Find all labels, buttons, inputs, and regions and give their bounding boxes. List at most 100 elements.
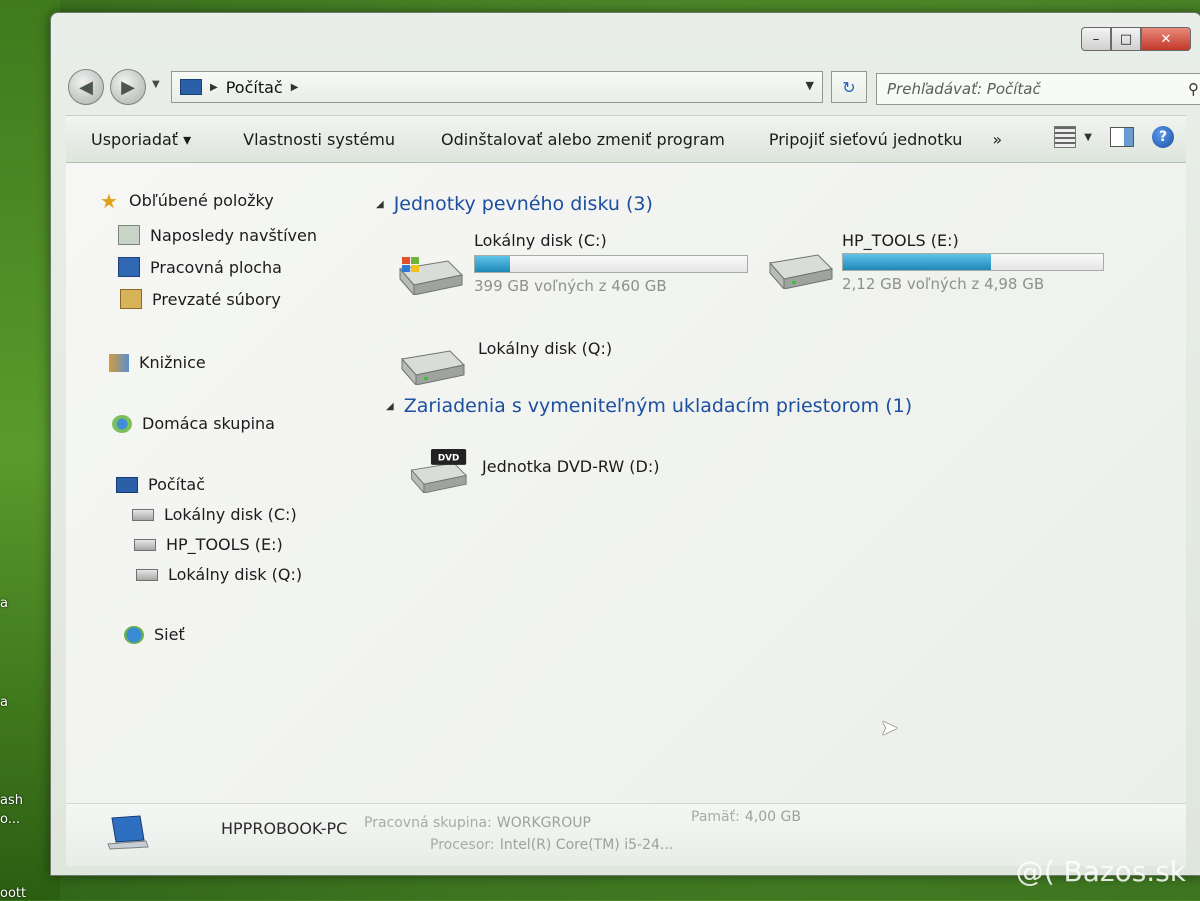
sidebar-item-label: Domáca skupina	[142, 414, 275, 433]
breadcrumb-computer[interactable]: Počítač	[226, 78, 283, 97]
maximize-button[interactable]: □	[1111, 27, 1141, 51]
windows-drive-icon	[132, 508, 154, 521]
toolbar-right-group: ▼ ?	[1054, 126, 1174, 148]
computer-name: HPPROBOOK-PC	[221, 819, 348, 838]
address-bar[interactable]: ▶ Počítač ▶ ▼	[171, 71, 823, 103]
search-icon[interactable]: ⚲	[1188, 80, 1199, 98]
sidebar-item-label: Naposledy navštíven	[150, 225, 317, 245]
computer-icon	[107, 815, 149, 850]
caption-buttons: – □ ✕	[1081, 27, 1191, 51]
system-properties-button[interactable]: Vlastnosti systému	[243, 130, 395, 149]
search-box[interactable]: Prehľadávať: Počítač ⚲	[876, 73, 1200, 105]
desktop-label: oott	[0, 886, 27, 901]
network-icon	[124, 625, 144, 644]
drive-icon	[136, 568, 158, 581]
downloads-icon	[120, 289, 142, 309]
uninstall-program-button[interactable]: Odinštalovať alebo zmeniť program	[441, 130, 725, 149]
drive-usage-fill	[475, 256, 511, 272]
breadcrumb-separator-icon[interactable]: ▶	[291, 82, 299, 93]
drive-name: Lokálny disk (Q:)	[478, 339, 613, 358]
workgroup-value: WORKGROUP	[496, 815, 591, 831]
processor-label: Procesor:	[430, 837, 495, 853]
map-network-drive-button[interactable]: Pripojiť sieťovú jednotku	[769, 130, 963, 149]
watermark: @( Bazos.sk	[1015, 855, 1186, 888]
drive-q-tile[interactable]: Lokálny disk (Q:)	[398, 335, 698, 385]
sidebar-item-label: Lokálny disk (Q:)	[168, 565, 303, 584]
command-bar: Usporiadať ▾ Vlastnosti systému Odinštal…	[66, 115, 1186, 163]
hdd-group-header[interactable]: ◢ Jednotky pevného disku (3)	[376, 193, 653, 215]
mouse-cursor-icon: ➤	[880, 716, 899, 741]
organize-button[interactable]: Usporiadať ▾	[91, 130, 191, 149]
sidebar-item-drive-q[interactable]: Lokálny disk (Q:)	[136, 565, 302, 584]
desktop-icon	[118, 257, 140, 277]
close-button[interactable]: ✕	[1141, 27, 1191, 51]
drive-name: HP_TOOLS (E:)	[842, 231, 959, 250]
sidebar-item-label: HP_TOOLS (E:)	[166, 535, 283, 554]
homegroup-icon	[112, 414, 132, 433]
collapse-arrow-icon[interactable]: ◢	[386, 401, 394, 412]
star-icon: ★	[100, 188, 118, 213]
drive-icon	[401, 350, 466, 385]
desktop-label: a	[0, 695, 8, 710]
navigation-bar: ◀ ▶ ▼ ▶ Počítač ▶ ▼ ↻ Prehľadávať: Počít…	[66, 67, 1200, 107]
sidebar-item-label: Knižnice	[139, 353, 206, 372]
dvd-badge: DVD	[438, 453, 459, 463]
drive-d-tile[interactable]: DVD Jednotka DVD-RW (D:)	[404, 441, 704, 503]
sidebar-item-favorites[interactable]: ★ Obľúbené položky	[99, 188, 274, 213]
dvd-drive-icon: DVD	[410, 449, 468, 493]
refresh-button[interactable]: ↻	[831, 71, 867, 103]
content-area: ★ Obľúbené položky Naposledy navštíven P…	[66, 163, 1186, 866]
sidebar-item-desktop[interactable]: Pracovná plocha	[118, 257, 282, 277]
sidebar-item-network[interactable]: Sieť	[124, 625, 185, 644]
drive-e-tile[interactable]: HP_TOOLS (E:) 2,12 GB voľných z 4,98 GB	[766, 231, 1126, 301]
drive-usage-bar	[474, 255, 748, 273]
drive-name: Jednotka DVD-RW (D:)	[482, 457, 660, 476]
sidebar-item-label: Počítač	[148, 475, 205, 494]
desktop-label: ash	[0, 793, 23, 808]
sidebar-item-recent[interactable]: Naposledy navštíven	[118, 225, 317, 245]
forward-button[interactable]: ▶	[110, 69, 146, 105]
address-dropdown-icon[interactable]: ▼	[806, 79, 814, 92]
help-icon[interactable]: ?	[1152, 126, 1174, 148]
sidebar-item-downloads[interactable]: Prevzaté súbory	[120, 289, 281, 309]
view-dropdown-icon[interactable]: ▼	[1084, 132, 1092, 143]
computer-icon	[180, 79, 202, 95]
sidebar-item-label: Obľúbené položky	[129, 191, 274, 210]
navigation-pane: ★ Obľúbené položky Naposledy navštíven P…	[66, 163, 326, 803]
memory-field: Pamäť: 4,00 GB	[691, 806, 801, 825]
desktop-label: a	[0, 596, 8, 611]
drive-name: Lokálny disk (C:)	[474, 231, 607, 250]
sidebar-item-computer[interactable]: Počítač	[116, 475, 205, 494]
recent-pages-dropdown-icon[interactable]: ▼	[152, 79, 160, 90]
sidebar-item-libraries[interactable]: Knižnice	[109, 353, 206, 372]
memory-label: Pamäť:	[691, 809, 740, 825]
computer-icon	[116, 476, 138, 493]
search-input[interactable]: Prehľadávať: Počítač	[877, 80, 1188, 98]
change-view-icon[interactable]	[1054, 126, 1077, 148]
back-button[interactable]: ◀	[68, 69, 104, 105]
memory-value: 4,00 GB	[744, 809, 801, 825]
main-pane: ◢ Jednotky pevného disku (3) Lokálny dis…	[366, 163, 1186, 803]
processor-field: Procesor: Intel(R) Core(TM) i5-24...	[430, 834, 673, 853]
removable-group-header[interactable]: ◢ Zariadenia s vymeniteľným ukladacím pr…	[386, 395, 912, 417]
drive-icon	[769, 254, 834, 289]
drive-usage-fill	[843, 254, 992, 270]
group-title: Jednotky pevného disku (3)	[393, 193, 653, 215]
drive-c-tile[interactable]: Lokálny disk (C:) 399 GB voľných z 460 G…	[396, 231, 756, 301]
windows-drive-icon	[399, 257, 464, 295]
drive-icon	[134, 538, 156, 551]
collapse-arrow-icon[interactable]: ◢	[376, 199, 384, 210]
more-commands-button[interactable]: »	[992, 130, 1002, 149]
workgroup-label: Pracovná skupina:	[364, 815, 492, 831]
breadcrumb-separator-icon[interactable]: ▶	[210, 82, 218, 93]
drive-free-space: 399 GB voľných z 460 GB	[474, 277, 667, 295]
sidebar-item-label: Sieť	[154, 625, 185, 644]
sidebar-item-drive-e[interactable]: HP_TOOLS (E:)	[134, 535, 283, 554]
sidebar-item-drive-c[interactable]: Lokálny disk (C:)	[132, 505, 297, 524]
processor-value: Intel(R) Core(TM) i5-24...	[499, 837, 674, 853]
preview-pane-icon[interactable]	[1110, 127, 1134, 147]
sidebar-item-homegroup[interactable]: Domáca skupina	[112, 414, 275, 433]
sidebar-item-label: Prevzaté súbory	[152, 289, 281, 309]
libraries-icon	[109, 353, 129, 372]
minimize-button[interactable]: –	[1081, 27, 1111, 51]
